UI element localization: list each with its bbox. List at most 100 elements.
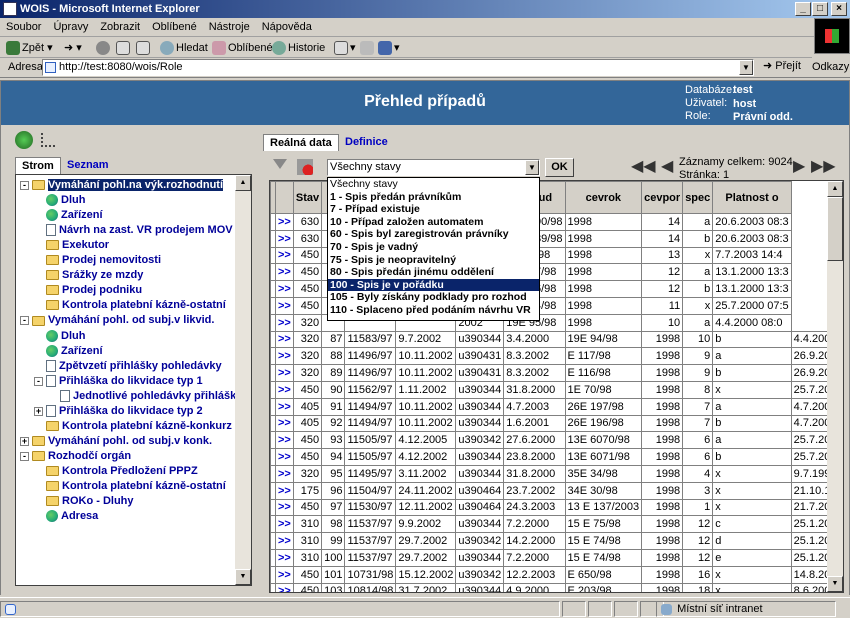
edit-button[interactable]: ▾ [378, 40, 400, 56]
scroll-up-icon[interactable]: ▲ [235, 175, 251, 191]
open-row-link[interactable]: >> [275, 515, 294, 534]
tree-item[interactable]: - Vymáhání pohl.na výk.rozhodnutí [20, 178, 224, 193]
dropdown-option[interactable]: 105 - Byly získány podklady pro rozhod [328, 291, 539, 304]
tree-item[interactable]: Jednotlivé pohledávky přihlášky [60, 389, 242, 404]
dropdown-option[interactable]: 75 - Spis je neopravitelný [328, 254, 539, 267]
tree-item[interactable]: Kontrola platební kázně-ostatní [46, 298, 226, 313]
tree-item[interactable]: Dluh [46, 193, 85, 208]
tree-item[interactable]: Srážky ze mzdy [46, 268, 143, 283]
tab-list[interactable]: Seznam [61, 157, 115, 174]
chevron-down-icon[interactable]: ▼ [525, 160, 539, 175]
maximize-button[interactable]: □ [812, 2, 828, 16]
links-button[interactable]: Odkazy [812, 61, 849, 73]
tree-item[interactable]: Zařízení [46, 344, 103, 359]
search-button[interactable]: Hledat [160, 40, 208, 56]
scroll-up-icon[interactable]: ▲ [827, 181, 843, 197]
tree-item[interactable]: Adresa [46, 509, 98, 524]
open-row-link[interactable]: >> [275, 364, 294, 382]
tree-structure-icon[interactable] [41, 133, 55, 147]
scroll-down-icon[interactable]: ▼ [235, 569, 251, 585]
state-filter-select[interactable]: Všechny stavy ▼ [327, 159, 540, 176]
tree-item[interactable]: - Vymáhání pohl. od subj.v likvid. [20, 313, 214, 328]
print-button[interactable] [360, 40, 376, 56]
window-titlebar[interactable]: WOIS - Microsoft Internet Explorer _ □ × [0, 0, 850, 18]
address-dropdown-icon[interactable]: ▼ [739, 60, 753, 75]
previous-page-icon[interactable]: ◀ [661, 159, 673, 175]
first-page-icon[interactable]: ◀◀ [631, 159, 656, 175]
dropdown-option[interactable]: 7 - Případ existuje [328, 203, 539, 216]
dropdown-option[interactable]: Všechny stavy [328, 178, 539, 191]
close-button[interactable]: × [831, 2, 847, 16]
mail-button[interactable]: ▾ [334, 40, 356, 56]
tree-item[interactable]: ROKo - Dluhy [46, 494, 134, 509]
ok-button[interactable]: OK [545, 158, 574, 177]
collapse-icon[interactable]: - [20, 181, 29, 190]
history-button[interactable]: Historie [272, 40, 325, 56]
column-header[interactable] [275, 181, 294, 214]
column-header[interactable]: cevpor [641, 181, 684, 214]
open-row-link[interactable]: >> [275, 532, 294, 550]
last-page-icon[interactable]: ▶▶ [811, 159, 836, 175]
tree-item[interactable]: Prodej nemovitosti [46, 253, 161, 268]
tree-item[interactable]: Návrh na zast. VR prodejem MOV [46, 223, 233, 238]
tree-item[interactable]: + Vymáhání pohl. od subj.v konk. [20, 434, 212, 449]
dropdown-option[interactable]: 110 - Splaceno před podáním návrhu VR [328, 304, 539, 317]
open-row-link[interactable]: >> [275, 481, 294, 500]
tree-scrollbar[interactable]: ▲ ▼ [235, 175, 251, 585]
filter-icon[interactable] [273, 159, 287, 175]
tree-item[interactable]: Dluh [46, 329, 85, 344]
menu-edit[interactable]: Úpravy [47, 18, 94, 33]
tree-item[interactable]: Prodej podniku [46, 283, 142, 298]
menu-view[interactable]: Zobrazit [94, 18, 146, 33]
minimize-button[interactable]: _ [795, 2, 811, 16]
column-header[interactable]: Platnost o [712, 181, 792, 214]
scroll-thumb[interactable] [827, 197, 843, 261]
menu-help[interactable]: Nápověda [256, 18, 318, 33]
home-button[interactable] [136, 40, 152, 56]
clear-filter-icon[interactable] [297, 159, 313, 175]
tree-item[interactable]: Zařízení [46, 208, 103, 223]
open-row-link[interactable]: >> [275, 229, 294, 248]
scroll-down-icon[interactable]: ▼ [827, 576, 843, 592]
open-row-link[interactable]: >> [275, 498, 294, 517]
column-header[interactable]: Stav [292, 181, 323, 214]
address-input[interactable]: http://test:8080/wois/Role ▼ [42, 59, 754, 76]
dropdown-option[interactable]: 100 - Spis je v pořádku [328, 278, 539, 292]
dropdown-option[interactable]: 1 - Spis předán právníkům [328, 191, 539, 204]
open-row-link[interactable]: >> [275, 414, 294, 433]
stop-button[interactable] [96, 40, 112, 56]
tab-definition[interactable]: Definice [339, 134, 394, 151]
open-row-link[interactable]: >> [275, 565, 294, 584]
tree-item[interactable]: Kontrola platební kázně-ostatní [46, 479, 226, 494]
dropdown-option[interactable]: 10 - Případ založen automatem [328, 216, 539, 229]
forward-button[interactable]: ➜ ▾ [64, 40, 82, 56]
tree-item[interactable]: - Rozhodčí orgán [20, 449, 131, 464]
open-row-link[interactable]: >> [275, 330, 294, 349]
dropdown-option[interactable]: 80 - Spis předán jinému oddělení [328, 266, 539, 279]
dropdown-option[interactable]: 70 - Spis je vadný [328, 241, 539, 254]
tree-item[interactable]: Zpětvzetí přihlášky pohledávky [46, 359, 222, 374]
open-row-link[interactable]: >> [275, 280, 294, 298]
menu-file[interactable]: Soubor [0, 18, 47, 33]
collapse-icon[interactable]: - [34, 376, 43, 386]
open-row-link[interactable]: >> [275, 246, 294, 265]
tree-item[interactable]: Kontrola Předložení PPPZ [46, 464, 198, 479]
tree-item[interactable]: Kontrola platební kázně-konkurz [46, 419, 232, 434]
open-row-link[interactable]: >> [275, 347, 294, 366]
menu-favorites[interactable]: Oblíbené [146, 18, 203, 33]
open-row-link[interactable]: >> [275, 582, 294, 592]
tab-tree[interactable]: Strom [15, 157, 61, 174]
tree-item[interactable]: + Přihláška do likvidace typ 2 [34, 404, 203, 419]
open-row-link[interactable]: >> [275, 213, 294, 231]
back-button[interactable]: Zpět ▾ [6, 40, 53, 56]
state-filter-dropdown[interactable]: Všechny stavy 1 - Spis předán právníkům 7 … [327, 177, 540, 321]
open-row-link[interactable]: >> [275, 380, 294, 399]
refresh-button[interactable] [116, 40, 132, 56]
expand-icon[interactable]: + [20, 436, 29, 446]
open-row-link[interactable]: >> [275, 431, 294, 450]
column-header[interactable]: spec [682, 181, 714, 214]
favorites-button[interactable]: Oblíbené [212, 40, 273, 56]
open-row-link[interactable]: >> [275, 296, 294, 315]
tab-real-data[interactable]: Reálná data [263, 134, 339, 151]
next-page-icon[interactable]: ▶ [793, 159, 805, 175]
